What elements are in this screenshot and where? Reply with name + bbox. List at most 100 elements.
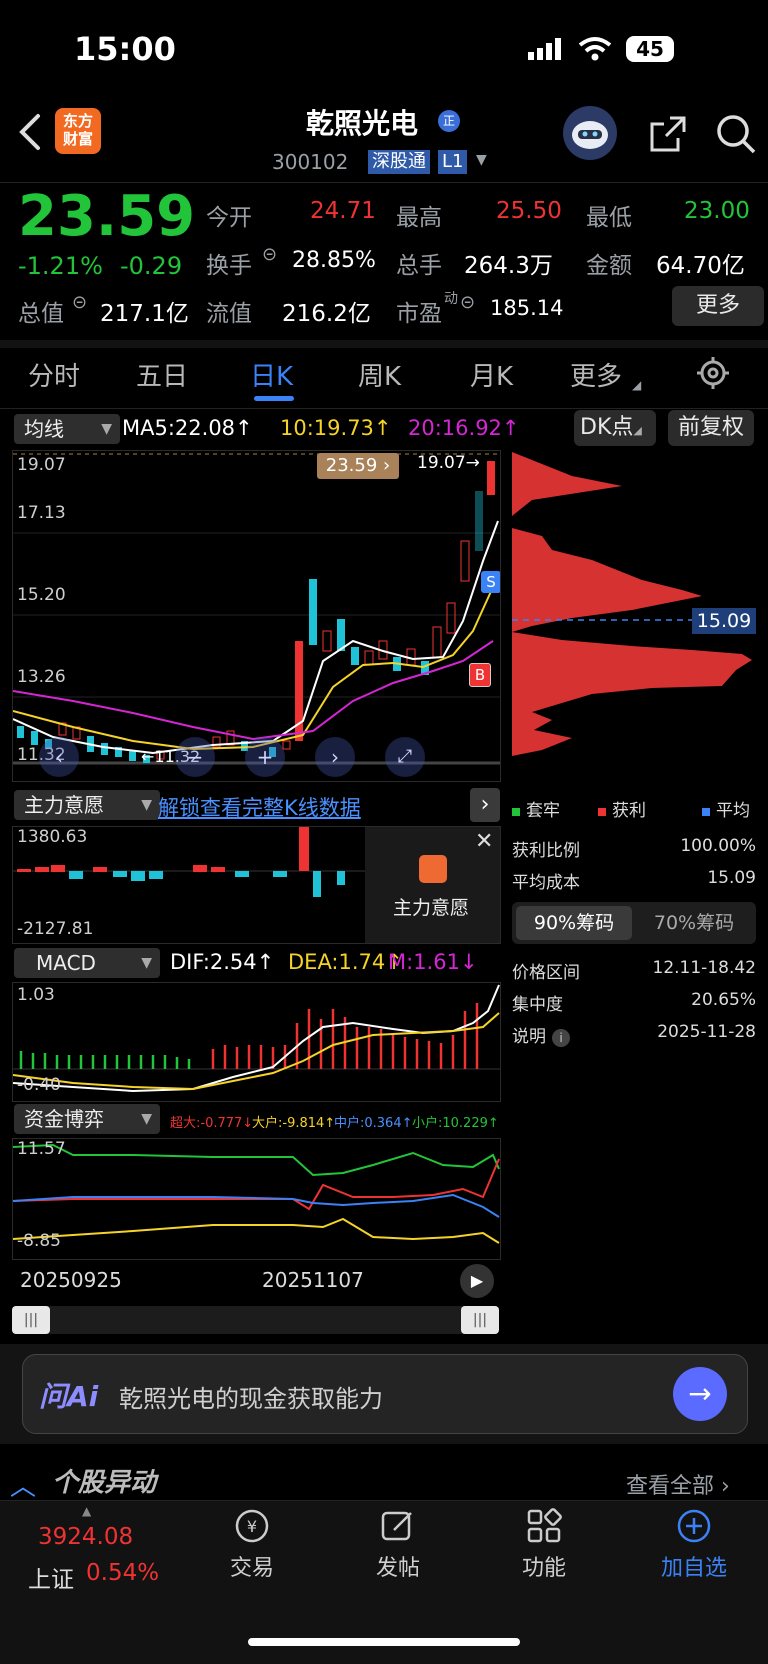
fund-small: 小户:10.229↑: [412, 1116, 499, 1131]
current-price: 23.59: [18, 184, 196, 249]
macd-svg: [13, 984, 500, 1093]
tab-more[interactable]: 更多: [570, 356, 622, 393]
main-force-selector[interactable]: 主力意愿 ▼: [14, 790, 160, 820]
buy-marker: B: [469, 663, 491, 687]
chevron-left-icon[interactable]: ‹: [39, 737, 79, 777]
kline-chart[interactable]: 19.07 17.13 15.20 13.26 11.32 23.59 › 19…: [12, 450, 501, 782]
red-square-icon: [598, 808, 606, 816]
zheng-badge-label: 正: [442, 114, 455, 128]
send-arrow-icon[interactable]: →: [673, 1367, 727, 1421]
tab-monthly-k[interactable]: 月K: [470, 356, 513, 393]
index-pct[interactable]: 0.54%: [86, 1560, 159, 1586]
legend-profit: 获利: [598, 796, 646, 821]
fund-svg: [13, 1143, 500, 1244]
view-all-link[interactable]: 查看全部 ›: [626, 1468, 730, 1500]
high-value: 25.50: [496, 198, 562, 224]
chevron-down-icon[interactable]: ▼: [476, 152, 487, 168]
candles: [17, 461, 495, 763]
fund-chart[interactable]: 11.57 -8.85: [12, 1138, 501, 1260]
fullscreen-icon[interactable]: ⤢: [385, 737, 425, 777]
info-dots-icon[interactable]: ⊝: [460, 292, 475, 313]
chip-distribution-chart[interactable]: 15.09: [512, 450, 756, 786]
ma-selector[interactable]: 均线 ▼: [14, 414, 120, 444]
profit-ratio-label: 获利比例: [512, 841, 580, 861]
collapse-chevron-icon[interactable]: ︿: [10, 1466, 36, 1503]
fund-large: 大户:-9.814↑: [252, 1116, 336, 1131]
dea-line: [13, 1012, 500, 1091]
main-force-locked-overlay[interactable]: ✕ 主力意愿: [365, 827, 500, 943]
level-badge: L1: [438, 150, 468, 174]
concentration-row: 集中度 20.65%: [512, 990, 756, 1015]
search-icon[interactable]: [714, 112, 758, 156]
macd-chart[interactable]: 1.03 -0.40: [12, 982, 501, 1102]
corner-arrow-icon: ◢: [633, 424, 642, 437]
index-name[interactable]: 上证: [28, 1560, 74, 1594]
sell-marker: S: [481, 571, 500, 593]
caret-down-icon: ▼: [141, 1111, 152, 1127]
chip-tab-90[interactable]: 90%筹码: [516, 906, 632, 940]
settings-gear-icon[interactable]: [696, 356, 730, 390]
date-start: 20250925: [20, 1268, 122, 1292]
adjust-button[interactable]: 前复权: [668, 410, 754, 446]
index-up-arrow-icon: ▲: [82, 1504, 92, 1518]
more-button[interactable]: 更多: [672, 286, 764, 326]
play-icon[interactable]: ▶: [460, 1264, 494, 1298]
fund-selector[interactable]: 资金博弈 ▼: [14, 1104, 160, 1134]
unlock-kline-link[interactable]: 解锁查看完整K线数据: [158, 792, 361, 822]
ai-prompt-text: 乾照光电的现金获取能力: [119, 1385, 383, 1413]
macd-selector[interactable]: MACD ▼: [14, 948, 160, 978]
nav-trade[interactable]: ¥ 交易: [192, 1508, 312, 1582]
overlay-label: 主力意愿: [393, 897, 470, 919]
info-dots-icon[interactable]: ⊝: [72, 292, 87, 313]
stock-name: 乾照光电: [306, 107, 419, 140]
macd-dea: DEA:1.74↑: [288, 950, 403, 974]
green-square-icon: [512, 808, 520, 816]
turnover-value: 28.85%: [292, 248, 376, 273]
nav-functions[interactable]: 功能: [484, 1508, 604, 1582]
nav-add-watch[interactable]: 加自选: [634, 1508, 754, 1582]
zoom-in-icon[interactable]: +: [245, 737, 285, 777]
fund-super: 超大:-0.777↓: [170, 1116, 254, 1131]
amount-value: 64.70亿: [656, 253, 745, 279]
tab-intraday[interactable]: 分时: [28, 356, 80, 393]
share-icon[interactable]: [648, 114, 688, 154]
note-row: 说明 i 2025-11-28: [512, 1022, 756, 1047]
range-handle-left[interactable]: |||: [12, 1306, 50, 1334]
volume-label: 总手: [396, 253, 442, 279]
high-label: 最高: [396, 205, 442, 231]
dk-point-button[interactable]: DK点◢: [574, 410, 656, 446]
edit-icon: [381, 1511, 412, 1541]
macd-bottom: -0.40: [17, 1075, 61, 1095]
ai-input[interactable]: 问Ai 乾照光电的现金获取能力 →: [22, 1354, 748, 1434]
nav-post[interactable]: 发帖: [338, 1508, 458, 1582]
y-label: 17.13: [17, 503, 66, 523]
main-force-chart[interactable]: 1380.63 -2127.81 ✕ 主力意愿: [12, 826, 501, 944]
info-dots-icon[interactable]: ⊝: [262, 244, 277, 265]
back-icon[interactable]: [14, 112, 44, 152]
robot-avatar-icon[interactable]: [563, 106, 617, 160]
tab-daily-k[interactable]: 日K: [250, 356, 293, 393]
macd-m: M:1.61↓: [388, 950, 478, 974]
range-scrollbar[interactable]: ||| |||: [12, 1306, 499, 1334]
panel-expand-button[interactable]: ›: [470, 788, 500, 822]
macd-dif: DIF:2.54↑: [170, 950, 275, 974]
divider: [0, 340, 768, 348]
index-value[interactable]: 3924.08: [38, 1524, 133, 1550]
tab-five-day[interactable]: 五日: [136, 356, 188, 393]
chevron-right-icon[interactable]: ›: [315, 737, 355, 777]
ma20-line: [13, 640, 494, 741]
price-tag-value: 23.59: [325, 455, 378, 476]
tab-weekly-k[interactable]: 周K: [358, 356, 401, 393]
note-label: 说明: [512, 1027, 546, 1047]
zoom-out-icon[interactable]: −: [175, 737, 215, 777]
chip-tab-70[interactable]: 70%筹码: [636, 906, 752, 940]
news-title: 个股异动: [52, 1468, 157, 1498]
date-mid: 20251107: [262, 1268, 364, 1292]
wifi-icon: [578, 36, 612, 62]
signal-icon: [528, 38, 564, 60]
high-marker: 19.07→: [417, 453, 480, 473]
info-icon[interactable]: i: [552, 1029, 570, 1047]
close-icon[interactable]: ✕: [475, 829, 493, 854]
chevron-right-icon: ›: [721, 1474, 730, 1499]
range-handle-right[interactable]: |||: [461, 1306, 499, 1334]
